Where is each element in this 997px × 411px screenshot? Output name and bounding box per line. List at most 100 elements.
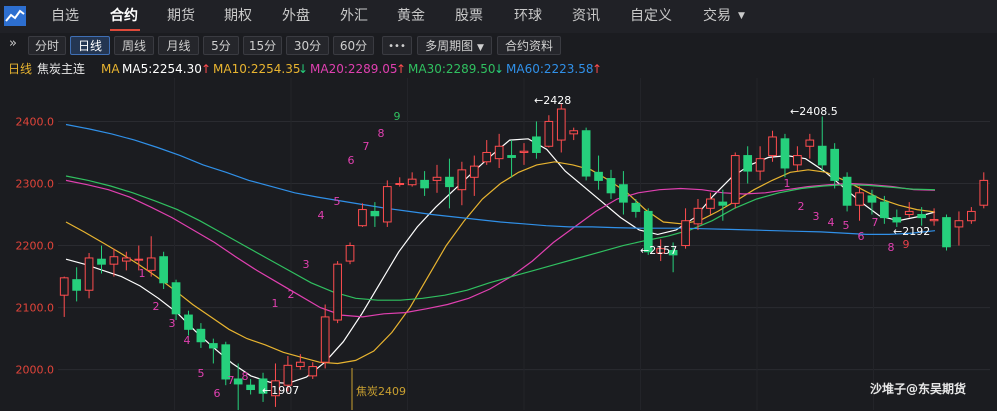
top-navigation-bar: 自选 合约 期货 期权 外盘 外汇 黄金 股票 环球 资讯 自定义 交易 ▼ (0, 0, 997, 34)
y-tick-label-4: 2000.0 (16, 364, 55, 377)
sequence-count-0-1: 2 (153, 300, 160, 313)
sequence-count-3-5: 6 (858, 230, 865, 243)
candle-body-15 (246, 384, 255, 391)
contract-info-button[interactable]: 合约资料 (497, 36, 561, 55)
candle-body-58 (780, 138, 790, 169)
ma5-up-arrow-icon: ↑ (201, 62, 212, 76)
candle-body-21 (320, 316, 330, 363)
period-button-3[interactable]: 月线 (158, 36, 199, 55)
candle-body-20 (308, 366, 318, 377)
ma10-down-arrow-icon: ↓ (298, 62, 309, 76)
period-button-2[interactable]: 周线 (114, 36, 154, 55)
sequence-count-0-5: 6 (214, 387, 221, 400)
candle-body-72 (954, 220, 964, 228)
candle-body-8 (159, 256, 168, 284)
nav-item-9[interactable]: 资讯 (572, 0, 600, 33)
contract-expiry-label: 焦炭2409 (356, 385, 406, 398)
ma30-line (65, 175, 936, 301)
sequence-count-3-4: 5 (843, 219, 850, 232)
candle-body-1 (72, 279, 81, 291)
candle-body-55 (743, 155, 753, 172)
period-button-0[interactable]: 分时 (28, 36, 66, 55)
chart-logo-icon[interactable] (4, 6, 26, 26)
candle-body-5 (121, 257, 131, 262)
period-button-4[interactable]: 5分 (203, 36, 239, 55)
sequence-count-0-6: 7 (228, 374, 235, 387)
nav-item-4[interactable]: 外盘 (282, 0, 310, 33)
sequence-count-3-0: 1 (784, 177, 791, 190)
nav-item-3[interactable]: 期权 (224, 0, 252, 33)
annotation-2192: ←2192 (893, 225, 930, 238)
candle-body-64 (855, 192, 864, 206)
sequence-count-2-0: 9 (394, 110, 401, 123)
candle-body-63 (842, 176, 852, 206)
candle-body-52 (706, 198, 715, 209)
candle-body-46 (631, 202, 641, 212)
y-tick-label-0: 2400.0 (16, 115, 55, 128)
candle-body-33 (469, 165, 479, 178)
nav-item-6[interactable]: 黄金 (397, 0, 425, 33)
period-button-1[interactable]: 日线 (70, 36, 110, 55)
more-periods-button[interactable]: ••• (382, 36, 412, 55)
nav-item-8[interactable]: 环球 (514, 0, 542, 33)
candle-body-35 (494, 145, 504, 160)
y-axis-ticks: 2400.0 2300.0 2200.0 2100.0 2000.0 (16, 115, 55, 376)
annotation-high-2428: ←2428 (534, 94, 571, 107)
candle-body-74 (979, 179, 989, 206)
multi-period-label: 多周期图 (425, 39, 474, 53)
period-button-6[interactable]: 30分 (286, 36, 329, 55)
ma60-line (65, 123, 936, 235)
candle-body-0 (59, 277, 69, 296)
candle-body-44 (606, 178, 616, 194)
sequence-count-4-0: 9 (903, 238, 910, 251)
candle-body-19 (295, 361, 305, 368)
candle-body-26 (382, 186, 392, 223)
nav-item-0[interactable]: 自选 (51, 0, 79, 33)
nav-item-2[interactable]: 期货 (167, 0, 195, 33)
sequence-count-1-2: 3 (303, 258, 310, 271)
sequence-count-0-2: 3 (169, 317, 176, 330)
candle-body-54 (730, 155, 740, 204)
candle-body-53 (718, 201, 728, 206)
candle-body-34 (482, 151, 492, 163)
candle-body-28 (407, 178, 417, 186)
nav-item-5[interactable]: 外汇 (340, 0, 368, 33)
nav-item-10[interactable]: 自定义 (630, 0, 672, 33)
candle-body-56 (755, 158, 765, 172)
ma10-value: MA10:2254.35 (213, 62, 301, 76)
candle-body-7 (146, 257, 156, 271)
nav-item-7[interactable]: 股票 (455, 0, 483, 33)
period-button-7[interactable]: 60分 (333, 36, 374, 55)
candle-body-62 (830, 148, 840, 181)
ma-label: MA (101, 62, 120, 76)
candle-body-3 (97, 258, 106, 265)
period-button-5[interactable]: 15分 (243, 36, 282, 55)
period-toolbar: » 分时 日线 周线 月线 5分 15分 30分 60分 ••• 多周期图 ▼ 合约资料 (0, 33, 997, 58)
candle-body-22 (333, 263, 342, 321)
candle-body-50 (681, 220, 690, 247)
multi-period-dropdown[interactable]: 多周期图 ▼ (417, 36, 492, 55)
caret-down-icon[interactable]: ▼ (738, 0, 745, 33)
ma5-line (65, 138, 936, 384)
sequence-count-1-7: 8 (378, 127, 385, 140)
sequence-count-1-0: 1 (272, 297, 279, 310)
sequence-count-1-4: 5 (334, 195, 341, 208)
nav-item-11[interactable]: 交易 (703, 0, 731, 33)
candle-body-9 (171, 282, 181, 315)
contract-name: 焦炭主连 (37, 62, 86, 76)
expand-sidebar-icon[interactable]: » (9, 36, 17, 51)
candle-body-23 (345, 245, 355, 262)
candle-body-30 (432, 176, 442, 181)
sequence-count-3-7: 8 (888, 241, 895, 254)
ma30-value: MA30:2289.50 (408, 62, 496, 76)
candle-body-73 (967, 210, 976, 222)
candle-body-65 (867, 195, 877, 203)
active-tab-underline (110, 29, 140, 31)
sequence-count-1-3: 4 (318, 209, 325, 222)
y-tick-label-3: 2100.0 (16, 302, 55, 315)
y-tick-label-2: 2200.0 (16, 240, 55, 253)
candlestick-chart[interactable]: 2400.0 2300.0 2200.0 2100.0 2000.0 ←2428 ←190… (0, 78, 997, 411)
candle-body-32 (457, 169, 467, 191)
candle-body-11 (196, 328, 206, 343)
candle-body-57 (768, 136, 777, 157)
